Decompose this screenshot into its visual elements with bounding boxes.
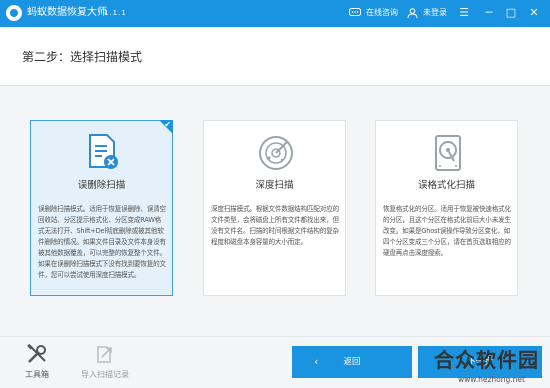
maximize-icon[interactable]: □ (502, 4, 520, 22)
radar-icon (259, 136, 293, 170)
online-consult-link[interactable]: 在线咨询 (366, 7, 398, 19)
chat-icon[interactable] (349, 8, 361, 18)
minimize-icon[interactable]: ─ (480, 4, 498, 22)
back-label: 返回 (343, 357, 361, 367)
login-status[interactable]: 未登录 (423, 7, 447, 19)
app-logo-icon (6, 5, 22, 21)
watermark-url: www.hezhong.net (458, 375, 525, 384)
user-icon[interactable] (407, 8, 418, 18)
mode-card-undelete[interactable]: ✔ 误删除扫描 误删除扫描模式。适用于恢复误删除、误清空回收站、分区提示格式化、… (30, 120, 173, 296)
app-title: 蚂蚁数据恢复大师 (27, 7, 107, 18)
close-icon[interactable]: ✕ (525, 4, 543, 22)
mode-card-deep-scan[interactable]: 深度扫描 深度扫描模式。根据文件数据结构匹配对应的文件类型，会将磁盘上所有文件都… (203, 120, 346, 296)
mode-title: 误删除扫描 (77, 180, 126, 191)
hard-disk-icon (435, 135, 461, 171)
page-title: 第二步：选择扫描模式 (22, 50, 143, 64)
import-icon (97, 346, 112, 363)
chevron-left-icon: ‹ (314, 355, 319, 368)
mode-card-format-recovery[interactable]: 误格式化扫描 恢复格式化的分区。适用于恢复被快速格式化的分区，且这个分区在格式化… (375, 120, 518, 296)
page-header: 第二步：选择扫描模式 (0, 27, 550, 86)
check-icon: ✔ (164, 120, 171, 129)
import-label: 导入扫描记录 (81, 370, 129, 379)
toolbox-label: 工具箱 (25, 370, 49, 379)
watermark: 合众软件园 www.hezhong.net (424, 346, 550, 388)
mode-description: 深度扫描模式。根据文件数据结构匹配对应的文件类型，会将磁盘上所有文件都找出来，但… (211, 205, 339, 246)
mode-description: 恢复格式化的分区。适用于恢复被快速格式化的分区，且这个分区在格式化前后大小未发生… (383, 205, 511, 257)
scan-mode-panel: ✔ 误删除扫描 误删除扫描模式。适用于恢复误删除、误清空回收站、分区提示格式化、… (0, 86, 550, 336)
app-version: 1.1.1 (104, 9, 127, 17)
document-delete-icon (89, 134, 118, 169)
mode-description: 误删除扫描模式。适用于恢复误删除、误清空回收站、分区提示格式化、分区变成RAW格… (38, 205, 166, 279)
toolbox-button[interactable]: 工具箱 (22, 343, 52, 380)
title-bar: 蚂蚁数据恢复大师 1.1.1 在线咨询 未登录 ☰ ─ □ ✕ (0, 0, 550, 27)
import-scan-record-button[interactable]: 导入扫描记录 (76, 343, 134, 380)
back-button[interactable]: ‹ 返回 (292, 346, 412, 378)
mode-title: 深度扫描 (255, 180, 294, 191)
tools-icon (27, 343, 46, 363)
watermark-text: 合众软件园 (434, 348, 539, 372)
mode-title: 误格式化扫描 (417, 180, 475, 191)
menu-icon[interactable]: ☰ (455, 4, 473, 22)
footer-toolbar: 工具箱 导入扫描记录 ‹ 返回 下一步 合众软件园 www.hezhong.ne… (0, 336, 550, 388)
